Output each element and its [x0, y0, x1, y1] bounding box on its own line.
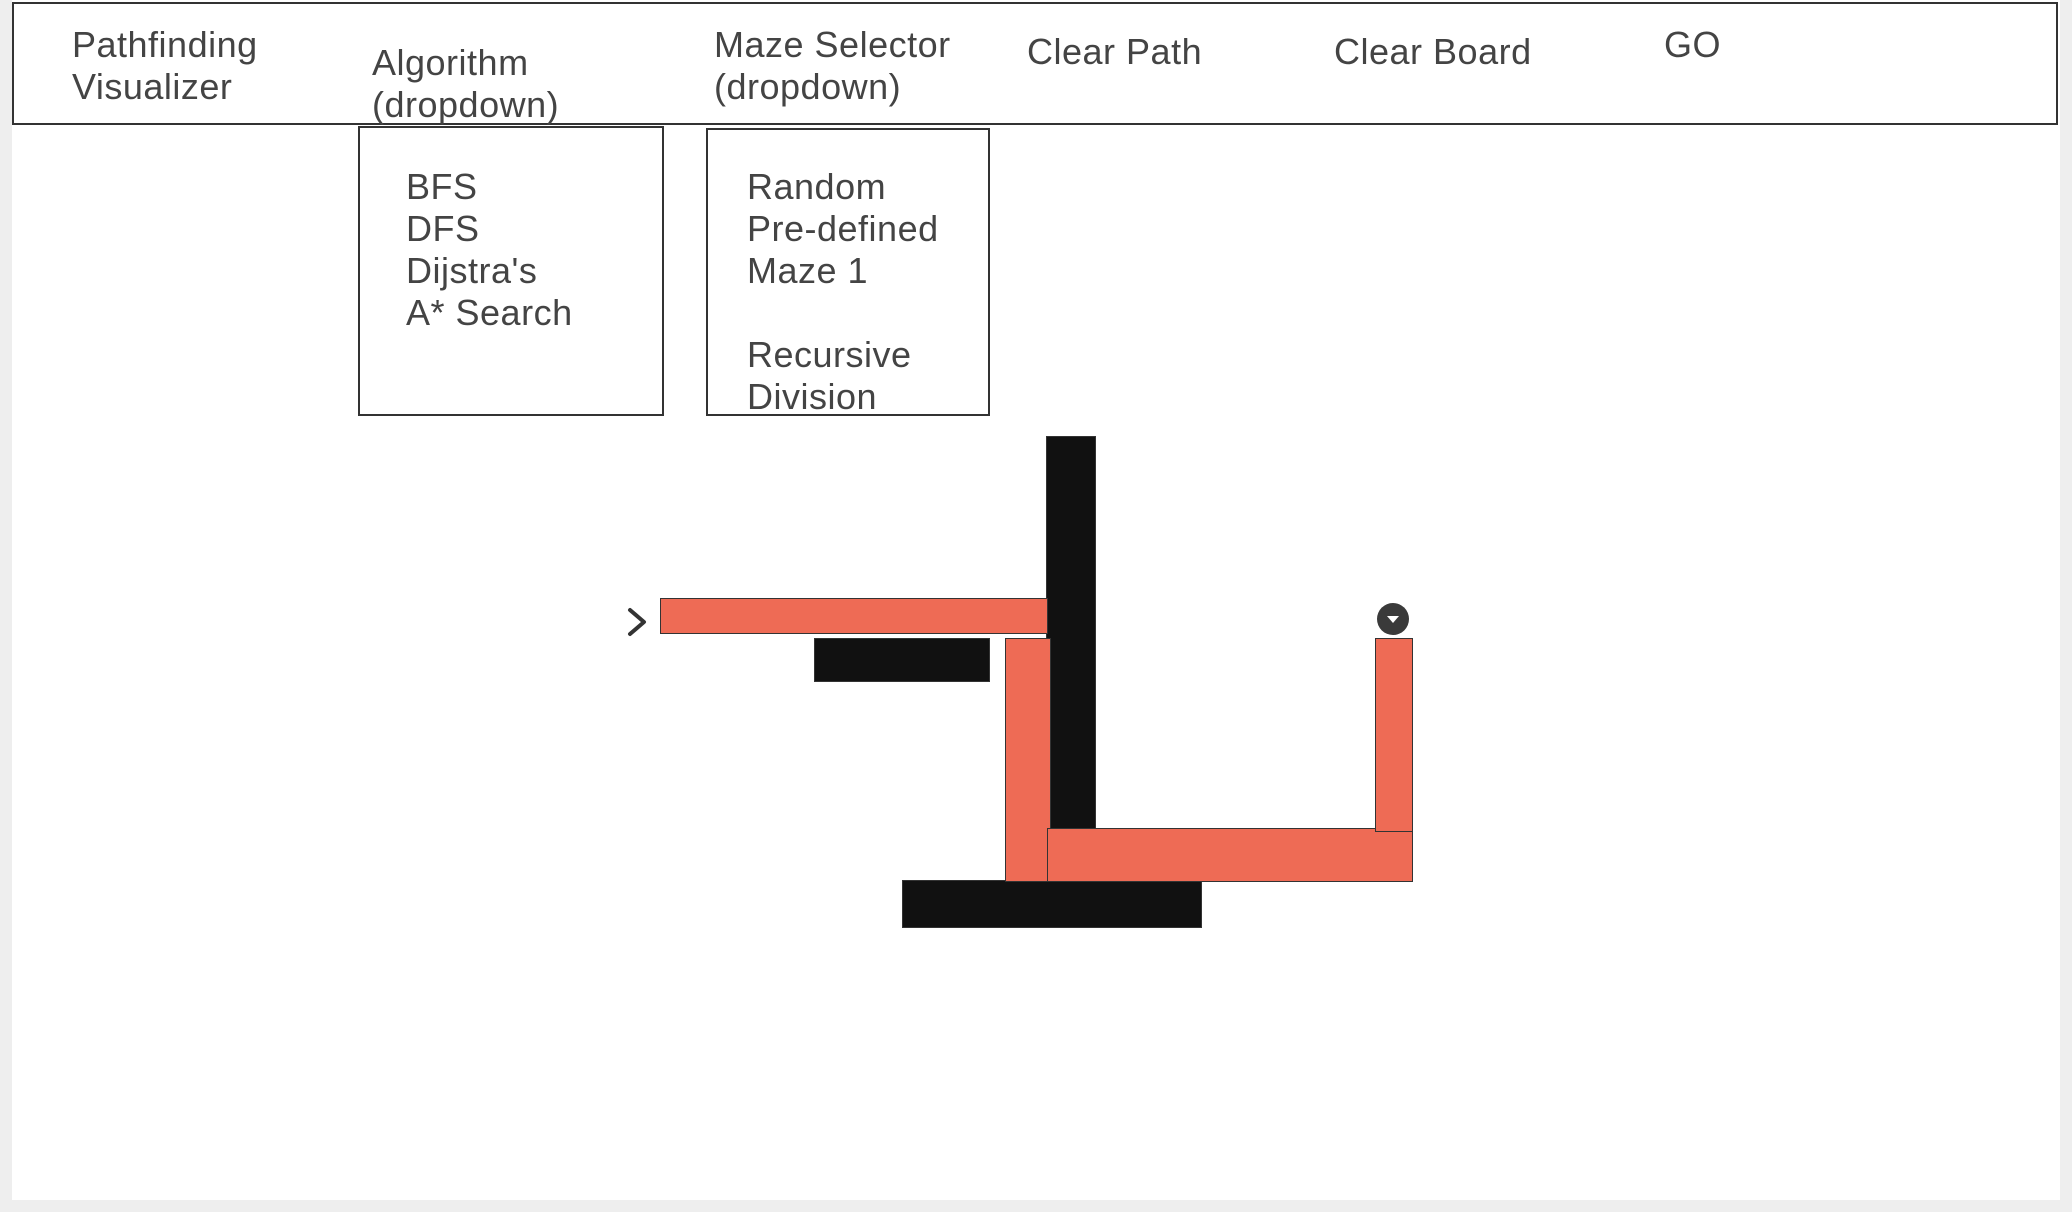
- maze-option-predefined-1[interactable]: Pre-defined Maze 1: [747, 208, 939, 292]
- wall-bottom-horizontal[interactable]: [902, 880, 1202, 928]
- start-node-chevron-right-icon[interactable]: [624, 606, 652, 638]
- target-node-circle-caret-down-icon[interactable]: [1376, 602, 1410, 636]
- algorithm-option-bfs[interactable]: BFS: [406, 166, 478, 208]
- go-button[interactable]: GO: [1664, 24, 1721, 66]
- clear-board-button[interactable]: Clear Board: [1334, 31, 1532, 73]
- wall-short-horizontal[interactable]: [814, 638, 990, 682]
- navbar: Pathfinding Visualizer Algorithm (dropdo…: [12, 2, 2058, 125]
- path-segment-right-vertical: [1375, 638, 1413, 832]
- maze-dropdown-menu: Random Pre-defined Maze 1 Recursive Divi…: [706, 128, 990, 418]
- maze-option-random[interactable]: Random: [747, 166, 886, 208]
- maze-option-recursive-division[interactable]: Recursive Division: [747, 334, 912, 418]
- path-segment-bottom: [1047, 828, 1413, 882]
- algorithm-dropdown-menu: BFS DFS Dijstra's A* Search: [358, 126, 664, 416]
- algorithm-dropdown-toggle[interactable]: Algorithm (dropdown): [372, 42, 559, 126]
- algorithm-option-dijkstra[interactable]: Dijstra's: [406, 250, 537, 292]
- algorithm-option-dfs[interactable]: DFS: [406, 208, 480, 250]
- maze-selector-dropdown-toggle[interactable]: Maze Selector (dropdown): [714, 24, 951, 108]
- path-segment-top: [660, 598, 1048, 634]
- path-segment-left-vertical: [1005, 638, 1051, 882]
- algorithm-option-astar[interactable]: A* Search: [406, 292, 573, 334]
- wall-vertical[interactable]: [1046, 436, 1096, 832]
- app-title: Pathfinding Visualizer: [72, 24, 258, 107]
- clear-path-button[interactable]: Clear Path: [1027, 31, 1202, 73]
